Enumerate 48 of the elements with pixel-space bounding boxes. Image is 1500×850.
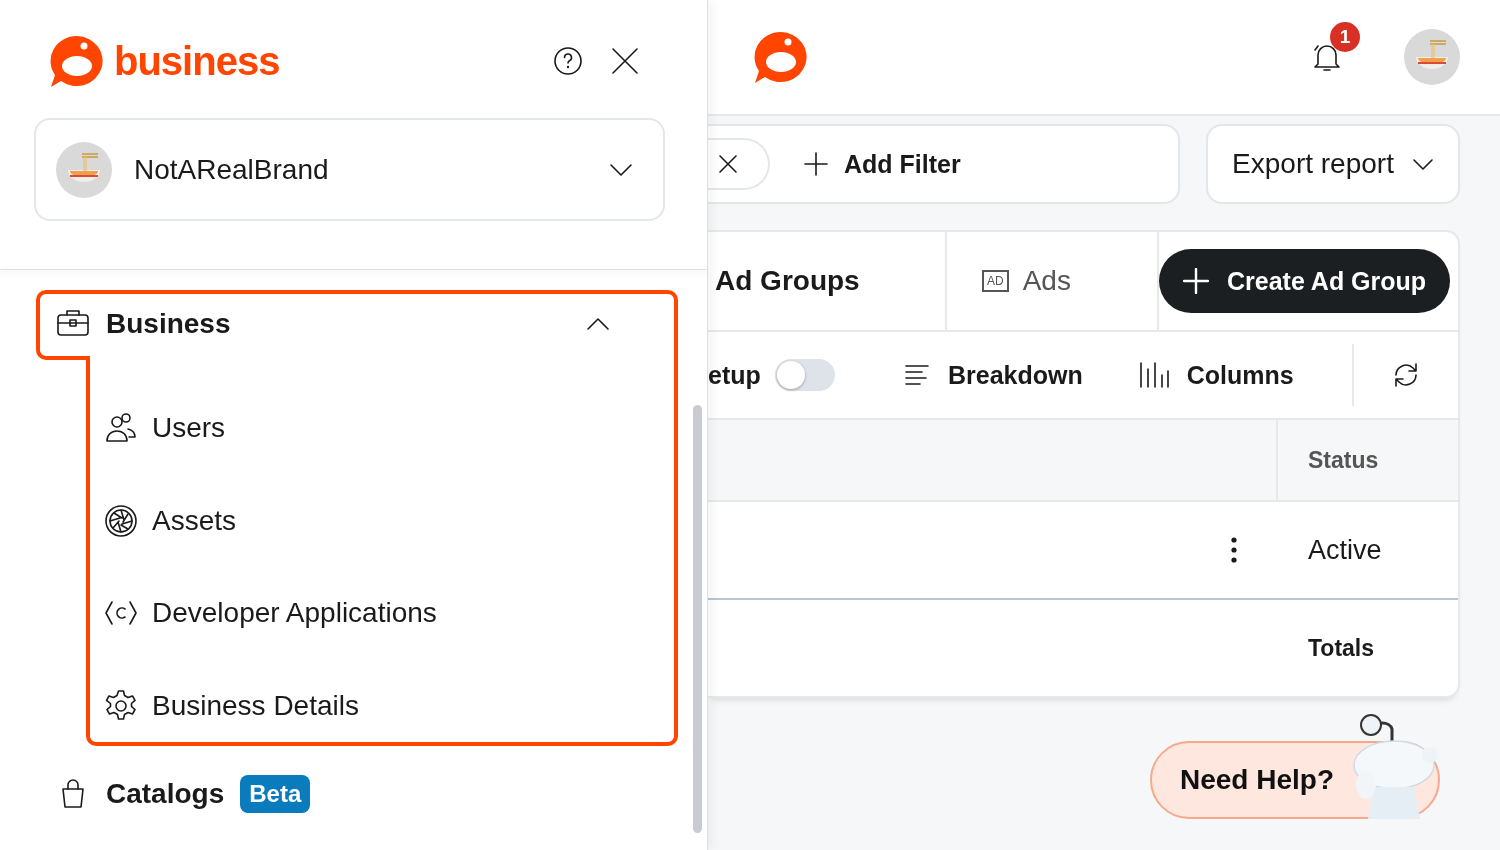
toggle-switch[interactable] [774,359,835,391]
lines-icon [904,363,930,387]
nav-label: Users [152,412,226,445]
breakdown-button[interactable]: Breakdown [898,359,1089,391]
help-icon[interactable] [553,46,583,76]
chevron-down-icon [609,162,633,177]
table-cell-text: Active [1307,533,1383,567]
nav-subitem[interactable]: Developer Applications [104,567,640,660]
nav-item[interactable]: Catalogs Beta [56,758,640,830]
brand-avatar [56,141,112,198]
columns-icon [1138,361,1169,389]
close-icon[interactable] [611,47,639,75]
account-name: NotARealBrand [134,153,330,186]
chevron-icon[interactable] [586,317,610,331]
logo-icon [48,34,106,88]
columns-button[interactable]: Columns [1132,359,1300,391]
nav-label: Assets [152,504,237,537]
logo-text: business [114,38,280,84]
nav-label: Business Details [152,689,359,722]
close-icon [718,154,738,174]
aperture-icon [104,503,138,538]
user-avatar [1404,29,1460,85]
nav-subitem[interactable]: Users [104,382,640,475]
nav-label: Catalogs [106,778,225,810]
tab[interactable]: AD Ads [945,232,1157,330]
plus-icon [804,152,828,176]
nav-label: Developer Applications [152,597,437,630]
toggle-label: etup [708,360,761,390]
nav-subitem[interactable]: Business Details [104,659,640,752]
more-icon[interactable] [1230,537,1238,563]
beta-badge: Beta [240,775,311,813]
filter-chip[interactable] [708,138,770,190]
create-ad-group-button[interactable]: Create Ad Group [1159,249,1451,313]
plus-icon [1183,268,1209,294]
notification-badge: 1 [1330,22,1360,52]
nav-subitem[interactable]: Assets [104,474,640,567]
nav-item[interactable]: Business [56,292,640,356]
logo-icon [752,30,810,84]
nav-label: Business [106,308,231,340]
chevron-down-icon [1411,157,1434,171]
account-selector[interactable]: NotARealBrand [34,118,665,221]
totals-label: Totals [1307,633,1376,663]
gear-icon [104,688,138,723]
ad-icon: AD [982,270,1009,292]
scrollbar[interactable] [693,405,702,833]
tab[interactable]: Ad Groups [708,232,945,330]
export-button[interactable]: Export report [1206,124,1460,204]
add-filter-button[interactable]: Add Filter [800,143,965,185]
